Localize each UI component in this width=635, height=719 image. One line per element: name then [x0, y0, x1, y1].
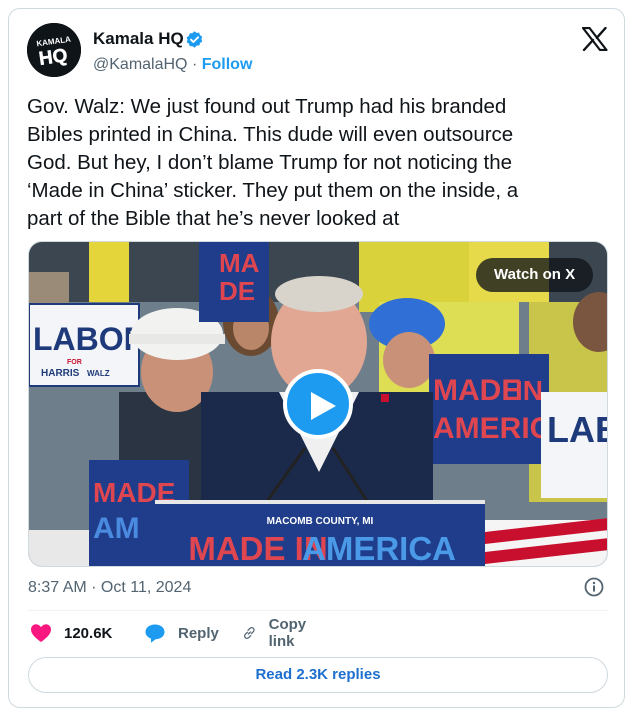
- heart-icon: [31, 624, 51, 642]
- tweet-text: Gov. Walz: We just found out Trump had h…: [27, 95, 519, 230]
- sign-walz: WALZ: [87, 369, 110, 378]
- podium-america: AMERICA: [302, 530, 456, 567]
- sign-lab: LAB: [547, 409, 608, 450]
- copy-link-label: Copy link: [268, 616, 307, 650]
- reply-bubble-icon: [145, 624, 165, 643]
- link-icon: [243, 627, 255, 639]
- author-name[interactable]: Kamala HQ: [93, 29, 184, 49]
- play-icon[interactable]: [283, 369, 353, 439]
- watch-on-x-button[interactable]: Watch on X: [476, 258, 594, 292]
- handle-row: @KamalaHQ · Follow: [93, 56, 252, 74]
- author-handle[interactable]: @KamalaHQ: [93, 56, 188, 73]
- separator-dot: ·: [191, 56, 198, 73]
- sign-in-right: IN: [515, 375, 543, 406]
- tweet-timestamp[interactable]: 8:37 AM · Oct 11, 2024: [28, 579, 191, 597]
- follow-button[interactable]: Follow: [202, 56, 253, 73]
- like-count: 120.6K: [64, 624, 113, 642]
- tweet-card: KAMALA HQ Kamala HQ @KamalaHQ · Follow G…: [8, 8, 625, 708]
- sign-de: DE: [219, 276, 255, 306]
- podium-county: MACOMB COUNTY, MI: [267, 516, 374, 527]
- timestamp-separator: ·: [86, 579, 101, 596]
- tweet-time[interactable]: 8:37 AM: [28, 579, 87, 596]
- verified-badge-icon: [185, 30, 204, 54]
- avatar-label-main: HQ: [38, 45, 69, 70]
- divider: [28, 610, 608, 611]
- x-logo-icon[interactable]: [581, 26, 608, 56]
- tweet-date[interactable]: Oct 11, 2024: [101, 579, 191, 596]
- video-thumbnail[interactable]: LABOR FOR HARRIS WALZ MA DE MADE IN AMER…: [28, 241, 608, 567]
- sign-ma: MA: [219, 248, 260, 278]
- info-icon[interactable]: [584, 577, 604, 602]
- sign-am-left: AM: [93, 512, 140, 545]
- sign-harris: HARRIS: [41, 368, 80, 379]
- reply-button[interactable]: Reply: [144, 621, 219, 645]
- copy-link-button[interactable]: Copy link: [242, 616, 314, 650]
- like-button[interactable]: 120.6K: [30, 621, 112, 645]
- author-avatar[interactable]: KAMALA HQ: [27, 23, 81, 77]
- read-replies-button[interactable]: Read 2.3K replies: [28, 657, 608, 693]
- reply-label: Reply: [178, 624, 219, 642]
- sign-for: FOR: [67, 359, 82, 366]
- sign-made-right: MADE: [433, 374, 521, 407]
